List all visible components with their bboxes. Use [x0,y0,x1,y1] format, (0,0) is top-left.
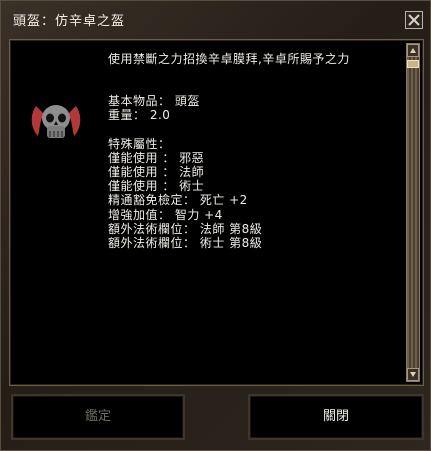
property-line: 僅能使用 ： 術士 [108,179,205,194]
title-bar: 頭盔：仿辛卓之盔 [3,3,428,33]
arrow-down-icon [410,372,416,377]
item-description-panel: 使用禁斷之力招換辛卓膜拜,辛卓所賜予之力 基本物品： 頭盔 重量： 2.0 特殊… [9,39,424,386]
window-title: 頭盔：仿辛卓之盔 [13,14,126,29]
special-properties-header: 特殊屬性： [108,136,171,151]
scroll-up-button[interactable] [407,44,419,57]
horned-skull-helmet-icon [31,105,81,138]
vertical-scrollbar[interactable] [406,43,420,382]
base-item: 基本物品： 頭盔 [108,94,200,109]
property-line: 額外法術欄位： 法師 第8級 [108,221,263,236]
close-button[interactable]: 關閉 [248,394,424,440]
identify-button[interactable]: 鑑定 [11,394,185,440]
property-line: 增強加值： 智力 +4 [108,207,223,222]
close-icon [408,14,420,26]
item-weight: 重量： 2.0 [108,108,171,123]
property-line: 精通豁免檢定： 死亡 +2 [108,193,248,208]
arrow-up-icon [410,48,416,53]
item-info-window: 頭盔：仿辛卓之盔 使用禁斷之力招換辛卓膜拜,辛卓所賜予之力 基本物品： 頭盔 重… [0,0,431,451]
property-line: 僅能使用 ： 法師 [108,164,205,179]
scroll-down-button[interactable] [407,368,419,381]
item-description: 使用禁斷之力招換辛卓膜拜,辛卓所賜予之力 [108,52,350,66]
scroll-thumb[interactable] [407,60,419,68]
close-window-button[interactable] [405,11,423,29]
item-text: 使用禁斷之力招換辛卓膜拜,辛卓所賜予之力 基本物品： 頭盔 重量： 2.0 特殊… [108,52,398,250]
property-line: 僅能使用 ： 邪惡 [108,150,205,165]
property-line: 額外法術欄位： 術士 第8級 [108,235,263,250]
